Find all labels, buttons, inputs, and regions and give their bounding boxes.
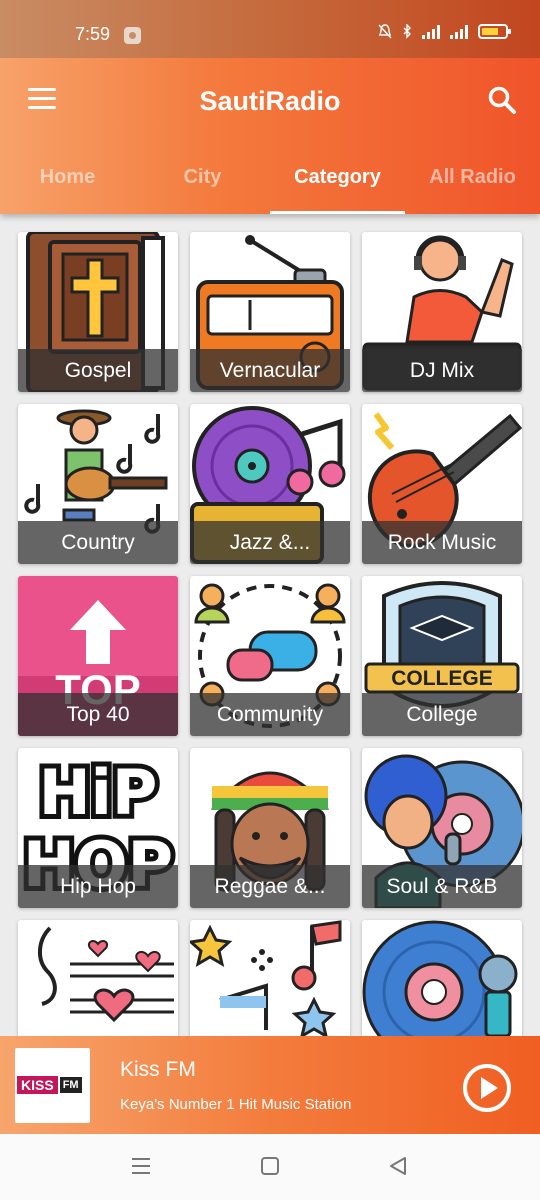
home-icon[interactable]	[260, 1156, 280, 1176]
recent-apps-icon[interactable]	[130, 1156, 152, 1176]
category-card-vernacular[interactable]: Vernacular	[190, 232, 350, 392]
station-tagline: Keya's Number 1 Hit Music Station	[120, 1096, 352, 1113]
mute-bell-icon	[378, 24, 392, 39]
now-playing-bar[interactable]: KISS FM Kiss FM Keya's Number 1 Hit Musi…	[0, 1036, 540, 1134]
logo-text-kiss: KISS	[17, 1076, 58, 1094]
system-nav-bar	[0, 1134, 540, 1200]
category-grid: Gospel Vernacular DJ Mix Country Jazz &.…	[18, 232, 522, 1080]
category-label: Gospel	[18, 349, 178, 392]
category-card-jazz[interactable]: Jazz &...	[190, 404, 350, 564]
category-label: Jazz &...	[190, 521, 350, 564]
category-label: Reggae &...	[190, 865, 350, 908]
svg-text:HiP: HiP	[39, 756, 158, 829]
tab-bar: Home City Category All Radio	[0, 144, 540, 214]
category-label: Vernacular	[190, 349, 350, 392]
tab-category[interactable]: Category	[270, 144, 405, 214]
category-card-community[interactable]: Community	[190, 576, 350, 736]
category-label: Rock Music	[362, 521, 522, 564]
settings-notification-icon	[124, 27, 141, 44]
category-card-college[interactable]: COLLEGE College	[362, 576, 522, 736]
tab-city[interactable]: City	[135, 144, 270, 214]
header: 7:59 SautiRadio Home City Category All R…	[0, 0, 540, 214]
app-title: SautiRadio	[199, 86, 341, 116]
category-label: Country	[18, 521, 178, 564]
bluetooth-icon	[403, 24, 411, 39]
category-card-dj-mix[interactable]: DJ Mix	[362, 232, 522, 392]
category-label: Soul & R&B	[362, 865, 522, 908]
logo-text-fm: FM	[59, 1077, 82, 1093]
category-card-country[interactable]: Country	[18, 404, 178, 564]
station-logo: KISS FM	[15, 1048, 90, 1123]
signal-4g-icon	[450, 24, 468, 39]
play-button-icon[interactable]	[462, 1063, 512, 1113]
category-card-reggae[interactable]: Reggae &...	[190, 748, 350, 908]
status-time: 7:59	[75, 24, 111, 44]
category-card-top-40[interactable]: TOP Top 40	[18, 576, 178, 736]
category-label: College	[362, 693, 522, 736]
battery-icon	[478, 24, 511, 39]
signal-icon	[422, 24, 440, 39]
search-icon[interactable]	[486, 84, 518, 116]
category-card-gospel[interactable]: Gospel	[18, 232, 178, 392]
back-icon[interactable]	[388, 1156, 408, 1176]
category-card-soul-rnb[interactable]: Soul & R&B	[362, 748, 522, 908]
category-label: Hip Hop	[18, 865, 178, 908]
station-name: Kiss FM	[120, 1058, 196, 1081]
category-card-rock-music[interactable]: Rock Music	[362, 404, 522, 564]
status-icons	[378, 24, 511, 39]
tab-all-radio[interactable]: All Radio	[405, 144, 540, 214]
category-card-hip-hop[interactable]: HiP HOP Hip Hop	[18, 748, 178, 908]
app-bar: SautiRadio	[0, 58, 540, 144]
kiss-fm-logo: KISS FM	[17, 1076, 82, 1094]
category-label: DJ Mix	[362, 349, 522, 392]
tab-home[interactable]: Home	[0, 144, 135, 214]
svg-text:COLLEGE: COLLEGE	[391, 667, 493, 690]
status-bar: 7:59	[0, 0, 540, 58]
category-label: Top 40	[18, 693, 178, 736]
category-label: Community	[190, 693, 350, 736]
app-screen: 7:59 SautiRadio Home City Category All R…	[0, 0, 540, 1200]
